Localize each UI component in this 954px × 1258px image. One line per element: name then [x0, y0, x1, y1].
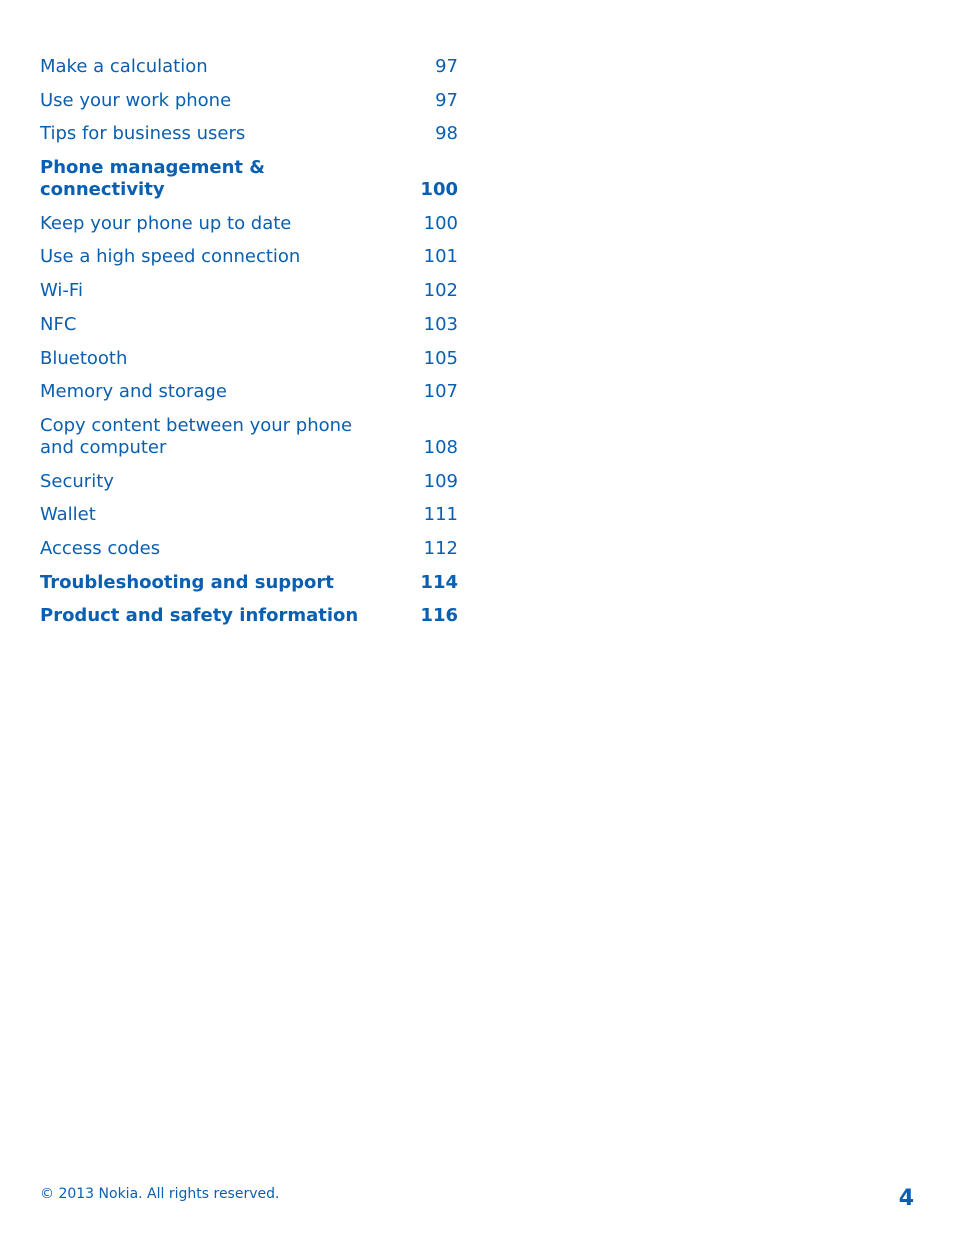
toc-entry-page: 100 — [423, 212, 458, 234]
toc-entry-title: Use a high speed connection — [40, 246, 301, 268]
toc-entry[interactable]: Wallet 111 — [40, 504, 458, 526]
toc-entry[interactable]: Use your work phone 97 — [40, 90, 458, 112]
toc-entry[interactable]: Security 109 — [40, 471, 458, 493]
toc-entry-page: 105 — [423, 347, 458, 369]
toc-entry[interactable]: Bluetooth 105 — [40, 348, 458, 370]
toc-entry-page: 101 — [423, 246, 458, 268]
toc-section-entry[interactable]: Phone management & connectivity 100 — [40, 157, 458, 201]
toc-entry[interactable]: Keep your phone up to date 100 — [40, 213, 458, 235]
toc-entry[interactable]: Copy content between your phone and comp… — [40, 415, 458, 459]
toc-entry[interactable]: Memory and storage 107 — [40, 381, 458, 403]
toc-entry-page: 107 — [423, 381, 458, 403]
toc-entry-page: 114 — [420, 571, 458, 593]
toc-entry-page: 97 — [435, 89, 458, 111]
toc-entry-title: Use your work phone — [40, 89, 232, 111]
toc-entry-title: Tips for business users — [40, 123, 246, 145]
toc-entry-title: Wallet — [40, 504, 96, 526]
toc-entry-page: 103 — [423, 313, 458, 335]
copyright-notice: © 2013 Nokia. All rights reserved. — [40, 1186, 280, 1202]
toc-entry-title: Copy content between your phone and comp… — [40, 414, 353, 458]
toc-entry-page: 116 — [420, 605, 458, 627]
toc-entry[interactable]: Access codes 112 — [40, 538, 458, 560]
table-of-contents: Make a calculation 97 Use your work phone 9… — [40, 56, 458, 639]
toc-entry-title: Phone management & connectivity — [40, 157, 265, 201]
toc-entry[interactable]: Tips for business users 98 — [40, 123, 458, 145]
toc-entry-page: 97 — [435, 56, 458, 77]
toc-entry-title: NFC — [40, 313, 77, 335]
toc-entry[interactable]: Use a high speed connection 101 — [40, 246, 458, 268]
toc-entry-page: 102 — [423, 280, 458, 302]
toc-entry[interactable]: Wi-Fi 102 — [40, 280, 458, 302]
toc-entry[interactable]: Make a calculation 97 — [40, 56, 458, 78]
toc-entry-page: 109 — [423, 470, 458, 492]
toc-entry-page: 112 — [423, 537, 458, 559]
toc-entry-title: Memory and storage — [40, 381, 227, 403]
toc-entry-page: 108 — [423, 436, 458, 458]
toc-entry-title: Bluetooth — [40, 347, 128, 369]
toc-entry-page: 100 — [420, 179, 458, 201]
toc-entry-title: Security — [40, 470, 114, 492]
toc-entry-title: Keep your phone up to date — [40, 212, 292, 234]
toc-entry-title: Access codes — [40, 537, 161, 559]
toc-section-entry[interactable]: Troubleshooting and support 114 — [40, 572, 458, 594]
toc-entry-page: 98 — [435, 123, 458, 145]
toc-entry[interactable]: NFC 103 — [40, 314, 458, 336]
toc-entry-title: Wi-Fi — [40, 280, 83, 302]
toc-entry-title: Make a calculation — [40, 56, 208, 77]
toc-entry-page: 111 — [423, 504, 458, 526]
toc-section-entry[interactable]: Product and safety information 116 — [40, 605, 458, 627]
toc-entry-title: Troubleshooting and support — [40, 571, 334, 593]
toc-entry-title: Product and safety information — [40, 605, 359, 627]
page-number: 4 — [898, 1186, 914, 1211]
